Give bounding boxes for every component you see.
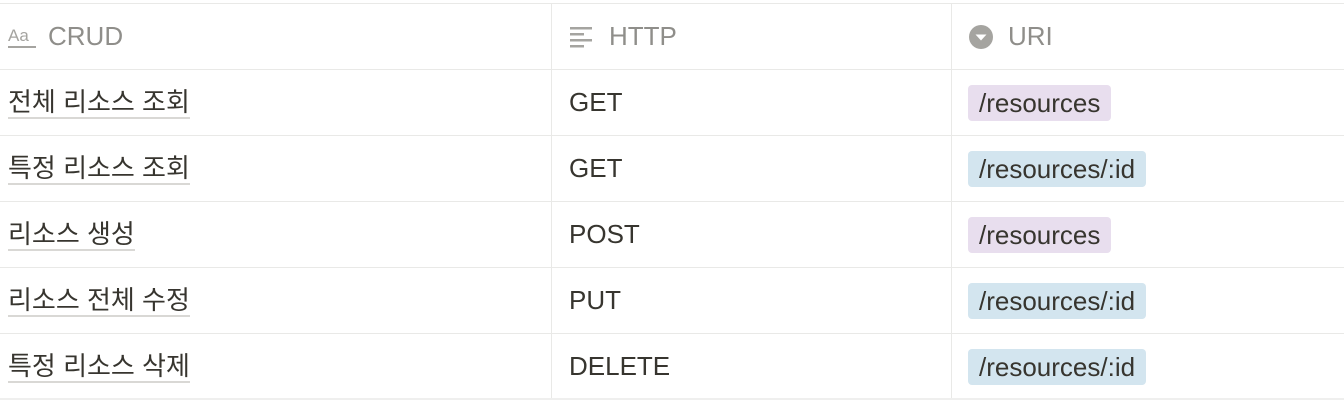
uri-cell[interactable]: /resources xyxy=(951,70,1344,135)
uri-tag[interactable]: /resources xyxy=(968,84,1112,121)
column-header-label: HTTP xyxy=(609,21,677,51)
crud-cell[interactable]: 특정 리소스 조회 xyxy=(0,136,551,201)
crud-title[interactable]: 전체 리소스 조회 xyxy=(8,87,190,119)
http-method: GET xyxy=(569,87,623,117)
column-header-crud[interactable]: Aa CRUD xyxy=(0,4,551,69)
http-cell[interactable]: PUT xyxy=(551,268,951,333)
crud-title[interactable]: 리소스 전체 수정 xyxy=(8,285,190,317)
http-method: PUT xyxy=(569,285,621,315)
http-cell[interactable]: DELETE xyxy=(551,334,951,399)
http-method: GET xyxy=(569,153,623,183)
uri-cell[interactable]: /resources/:id xyxy=(951,136,1344,201)
lines-icon xyxy=(569,22,599,52)
uri-tag[interactable]: /resources/:id xyxy=(968,150,1147,187)
table-bottom-divider xyxy=(0,398,1344,400)
crud-cell[interactable]: 전체 리소스 조회 xyxy=(0,70,551,135)
uri-tag[interactable]: /resources/:id xyxy=(968,348,1147,385)
http-cell[interactable]: GET xyxy=(551,136,951,201)
svg-text:Aa: Aa xyxy=(8,26,29,45)
http-cell[interactable]: POST xyxy=(551,202,951,267)
select-circle-icon xyxy=(968,22,998,52)
table-row[interactable]: 전체 리소스 조회 GET /resources xyxy=(0,70,1344,136)
http-method: DELETE xyxy=(569,351,671,381)
table-row[interactable]: 특정 리소스 삭제 DELETE /resources/:id xyxy=(0,334,1344,400)
uri-tag[interactable]: /resources xyxy=(968,216,1112,253)
crud-title[interactable]: 특정 리소스 삭제 xyxy=(8,351,190,383)
column-header-label: CRUD xyxy=(48,21,124,51)
table-row[interactable]: 리소스 생성 POST /resources xyxy=(0,202,1344,268)
uri-cell[interactable]: /resources xyxy=(951,202,1344,267)
uri-cell[interactable]: /resources/:id xyxy=(951,268,1344,333)
http-cell[interactable]: GET xyxy=(551,70,951,135)
table-row[interactable]: 특정 리소스 조회 GET /resources/:id xyxy=(0,136,1344,202)
column-header-uri[interactable]: URI xyxy=(951,4,1344,69)
crud-cell[interactable]: 특정 리소스 삭제 xyxy=(0,334,551,399)
uri-tag[interactable]: /resources/:id xyxy=(968,282,1147,319)
http-method: POST xyxy=(569,219,640,249)
table-row[interactable]: 리소스 전체 수정 PUT /resources/:id xyxy=(0,268,1344,334)
crud-title[interactable]: 특정 리소스 조회 xyxy=(8,153,190,185)
uri-cell[interactable]: /resources/:id xyxy=(951,334,1344,399)
crud-cell[interactable]: 리소스 생성 xyxy=(0,202,551,267)
text-aa-icon: Aa xyxy=(8,22,38,52)
table-header-row: Aa CRUD HTTP URI xyxy=(0,3,1344,70)
database-table: Aa CRUD HTTP URI 전체 리소스 조회 GET /resource… xyxy=(0,3,1344,400)
crud-cell[interactable]: 리소스 전체 수정 xyxy=(0,268,551,333)
crud-title[interactable]: 리소스 생성 xyxy=(8,219,135,251)
column-header-label: URI xyxy=(1008,21,1053,51)
column-header-http[interactable]: HTTP xyxy=(551,4,951,69)
